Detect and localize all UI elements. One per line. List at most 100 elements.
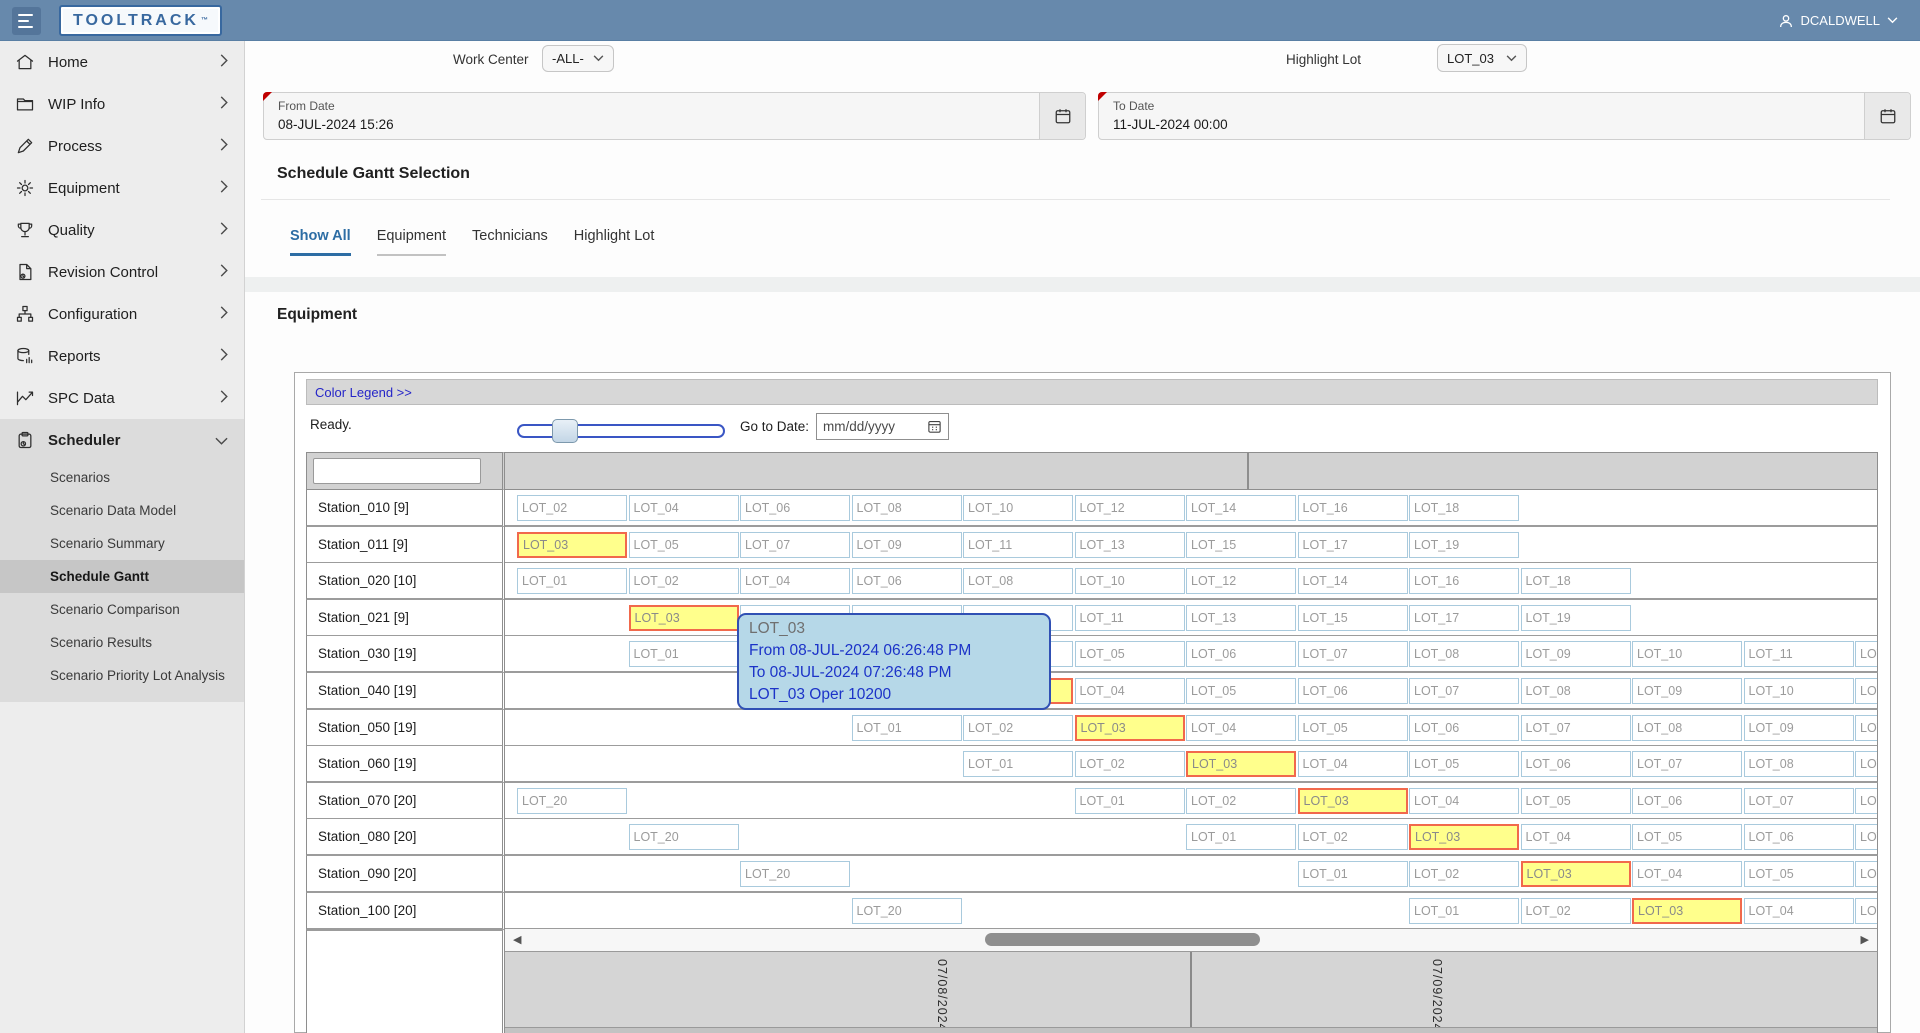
lot-bar-lot_11[interactable]: LOT_11 <box>963 532 1073 558</box>
lot-bar-lot_04[interactable]: LOT_04 <box>1075 678 1185 704</box>
lot-bar-lot_13[interactable]: LOT_13 <box>1075 532 1185 558</box>
sidebar-item-process[interactable]: Process <box>0 125 244 167</box>
sidebar-subitem-schedule-gantt[interactable]: Schedule Gantt <box>0 560 244 593</box>
station-name-cell[interactable]: Station_050 [19] <box>306 710 505 747</box>
sidebar-subitem-scenarios[interactable]: Scenarios <box>0 461 244 494</box>
lot-bar-lot_17[interactable]: LOT_17 <box>1298 532 1408 558</box>
menu-toggle-button[interactable] <box>12 7 41 35</box>
lot-bar-lot_08[interactable]: LOT_08 <box>1521 678 1631 704</box>
scrollbar-thumb[interactable] <box>985 933 1260 946</box>
station-name-cell[interactable]: Station_100 [20] <box>306 893 505 930</box>
to-date-value[interactable]: 11-JUL-2024 00:00 <box>1113 117 1228 132</box>
lot-bar-lot_04[interactable]: LOT_04 <box>629 495 739 521</box>
lot-bar-lot_03[interactable]: LOT_03 <box>1075 715 1185 741</box>
scroll-right-arrow[interactable]: ▶ <box>1861 933 1869 946</box>
zoom-slider[interactable] <box>517 424 725 438</box>
lot-bar-lot_07[interactable]: LOT_07 <box>1409 678 1519 704</box>
lot-bar-lot_08[interactable]: LOT_08 <box>1744 751 1854 777</box>
tab-highlight-lot[interactable]: Highlight Lot <box>574 228 655 256</box>
station-name-cell[interactable]: Station_030 [19] <box>306 636 505 673</box>
station-name-cell[interactable]: Station_011 [9] <box>306 527 505 564</box>
lot-bar-lot_04[interactable]: LOT_04 <box>1298 751 1408 777</box>
lot-bar-lot_12[interactable]: LOT_12 <box>1075 495 1185 521</box>
tab-show-all[interactable]: Show All <box>290 228 351 256</box>
color-legend-link[interactable]: Color Legend >> <box>315 385 412 400</box>
sidebar-item-quality[interactable]: Quality <box>0 209 244 251</box>
sidebar-item-scheduler[interactable]: Scheduler <box>0 419 244 461</box>
from-date-calendar-button[interactable] <box>1039 93 1085 139</box>
from-date-field[interactable]: From Date 08-JUL-2024 15:26 <box>263 92 1086 140</box>
station-name-cell[interactable]: Station_021 [9] <box>306 600 505 637</box>
gantt-horizontal-scrollbar[interactable]: ◀ ▶ <box>505 929 1878 951</box>
lot-bar-lot_03[interactable]: LOT_03 <box>629 605 739 631</box>
lot-bar-lot_07[interactable]: LOT_07 <box>740 532 850 558</box>
lot-bar-lot_01[interactable]: LOT_01 <box>517 568 627 594</box>
lot-bar-lot_17[interactable]: LOT_17 <box>1409 605 1519 631</box>
highlight-lot-select[interactable]: LOT_03 <box>1437 44 1527 72</box>
lot-bar-lot_10[interactable]: LOT_10 <box>1855 715 1878 741</box>
station-name-cell[interactable]: Station_010 [9] <box>306 490 505 527</box>
sidebar-subitem-scenario-summary[interactable]: Scenario Summary <box>0 527 244 560</box>
lot-bar-lot_08[interactable]: LOT_08 <box>1855 788 1878 814</box>
lot-bar-lot_18[interactable]: LOT_18 <box>1521 568 1631 594</box>
lot-bar-lot_14[interactable]: LOT_14 <box>1186 495 1296 521</box>
lot-bar-lot_18[interactable]: LOT_18 <box>1409 495 1519 521</box>
lot-bar-lot_06[interactable]: LOT_06 <box>1632 788 1742 814</box>
lot-bar-lot_08[interactable]: LOT_08 <box>1409 641 1519 667</box>
sidebar-subitem-scenario-data-model[interactable]: Scenario Data Model <box>0 494 244 527</box>
lot-bar-lot_16[interactable]: LOT_16 <box>1409 568 1519 594</box>
zoom-slider-handle[interactable] <box>552 419 578 443</box>
lot-bar-lot_01[interactable]: LOT_01 <box>963 751 1073 777</box>
lot-bar-lot_07[interactable]: LOT_07 <box>1632 751 1742 777</box>
lot-bar-lot_05[interactable]: LOT_05 <box>1298 715 1408 741</box>
lot-bar-lot_04[interactable]: LOT_04 <box>1632 861 1742 887</box>
lot-bar-lot_01[interactable]: LOT_01 <box>852 715 962 741</box>
lot-bar-lot_08[interactable]: LOT_08 <box>1632 715 1742 741</box>
station-filter-input[interactable] <box>313 458 481 484</box>
sidebar-subitem-scenario-comparison[interactable]: Scenario Comparison <box>0 593 244 626</box>
lot-bar-lot_05[interactable]: LOT_05 <box>1409 751 1519 777</box>
lot-bar-lot_04[interactable]: LOT_04 <box>1186 715 1296 741</box>
station-name-cell[interactable]: Station_070 [20] <box>306 783 505 820</box>
lot-bar-lot_09[interactable]: LOT_09 <box>1855 751 1878 777</box>
lot-bar-lot_06[interactable]: LOT_06 <box>852 568 962 594</box>
station-name-cell[interactable]: Station_090 [20] <box>306 856 505 893</box>
lot-bar-lot_02[interactable]: LOT_02 <box>1521 898 1631 924</box>
lot-bar-lot_11[interactable]: LOT_11 <box>1855 678 1878 704</box>
lot-bar-lot_05[interactable]: LOT_05 <box>1855 898 1878 924</box>
lot-bar-lot_19[interactable]: LOT_19 <box>1409 532 1519 558</box>
lot-bar-lot_05[interactable]: LOT_05 <box>1521 788 1631 814</box>
lot-bar-lot_01[interactable]: LOT_01 <box>1186 824 1296 850</box>
lot-bar-lot_01[interactable]: LOT_01 <box>1298 861 1408 887</box>
lot-bar-lot_16[interactable]: LOT_16 <box>1298 495 1408 521</box>
sidebar-item-revision-control[interactable]: Revision Control <box>0 251 244 293</box>
sidebar-item-wip-info[interactable]: WIP Info <box>0 83 244 125</box>
lot-bar-lot_14[interactable]: LOT_14 <box>1298 568 1408 594</box>
lot-bar-lot_08[interactable]: LOT_08 <box>852 495 962 521</box>
lot-bar-lot_07[interactable]: LOT_07 <box>1855 824 1878 850</box>
lot-bar-lot_03[interactable]: LOT_03 <box>1521 861 1631 887</box>
lot-bar-lot_20[interactable]: LOT_20 <box>517 788 627 814</box>
lot-bar-lot_02[interactable]: LOT_02 <box>963 715 1073 741</box>
lot-bar-lot_20[interactable]: LOT_20 <box>629 824 739 850</box>
lot-bar-lot_05[interactable]: LOT_05 <box>1632 824 1742 850</box>
lot-bar-lot_10[interactable]: LOT_10 <box>1075 568 1185 594</box>
lot-bar-lot_03[interactable]: LOT_03 <box>1186 751 1296 777</box>
lot-bar-lot_03[interactable]: LOT_03 <box>517 532 627 558</box>
lot-bar-lot_05[interactable]: LOT_05 <box>1186 678 1296 704</box>
lot-bar-lot_07[interactable]: LOT_07 <box>1744 788 1854 814</box>
lot-bar-lot_01[interactable]: LOT_01 <box>1075 788 1185 814</box>
lot-bar-lot_04[interactable]: LOT_04 <box>1744 898 1854 924</box>
lot-bar-lot_06[interactable]: LOT_06 <box>1186 641 1296 667</box>
sidebar-item-configuration[interactable]: Configuration <box>0 293 244 335</box>
sidebar-subitem-scenario-results[interactable]: Scenario Results <box>0 626 244 659</box>
lot-bar-lot_07[interactable]: LOT_07 <box>1521 715 1631 741</box>
tab-technicians[interactable]: Technicians <box>472 228 548 256</box>
user-menu[interactable]: DCALDWELL <box>1778 0 1898 41</box>
station-name-cell[interactable]: Station_020 [10] <box>306 563 505 600</box>
lot-bar-lot_11[interactable]: LOT_11 <box>1075 605 1185 631</box>
lot-bar-lot_12[interactable]: LOT_12 <box>1186 568 1296 594</box>
lot-bar-lot_06[interactable]: LOT_06 <box>1855 861 1878 887</box>
from-date-value[interactable]: 08-JUL-2024 15:26 <box>278 117 394 132</box>
lot-bar-lot_12[interactable]: LOT_12 <box>1855 641 1878 667</box>
